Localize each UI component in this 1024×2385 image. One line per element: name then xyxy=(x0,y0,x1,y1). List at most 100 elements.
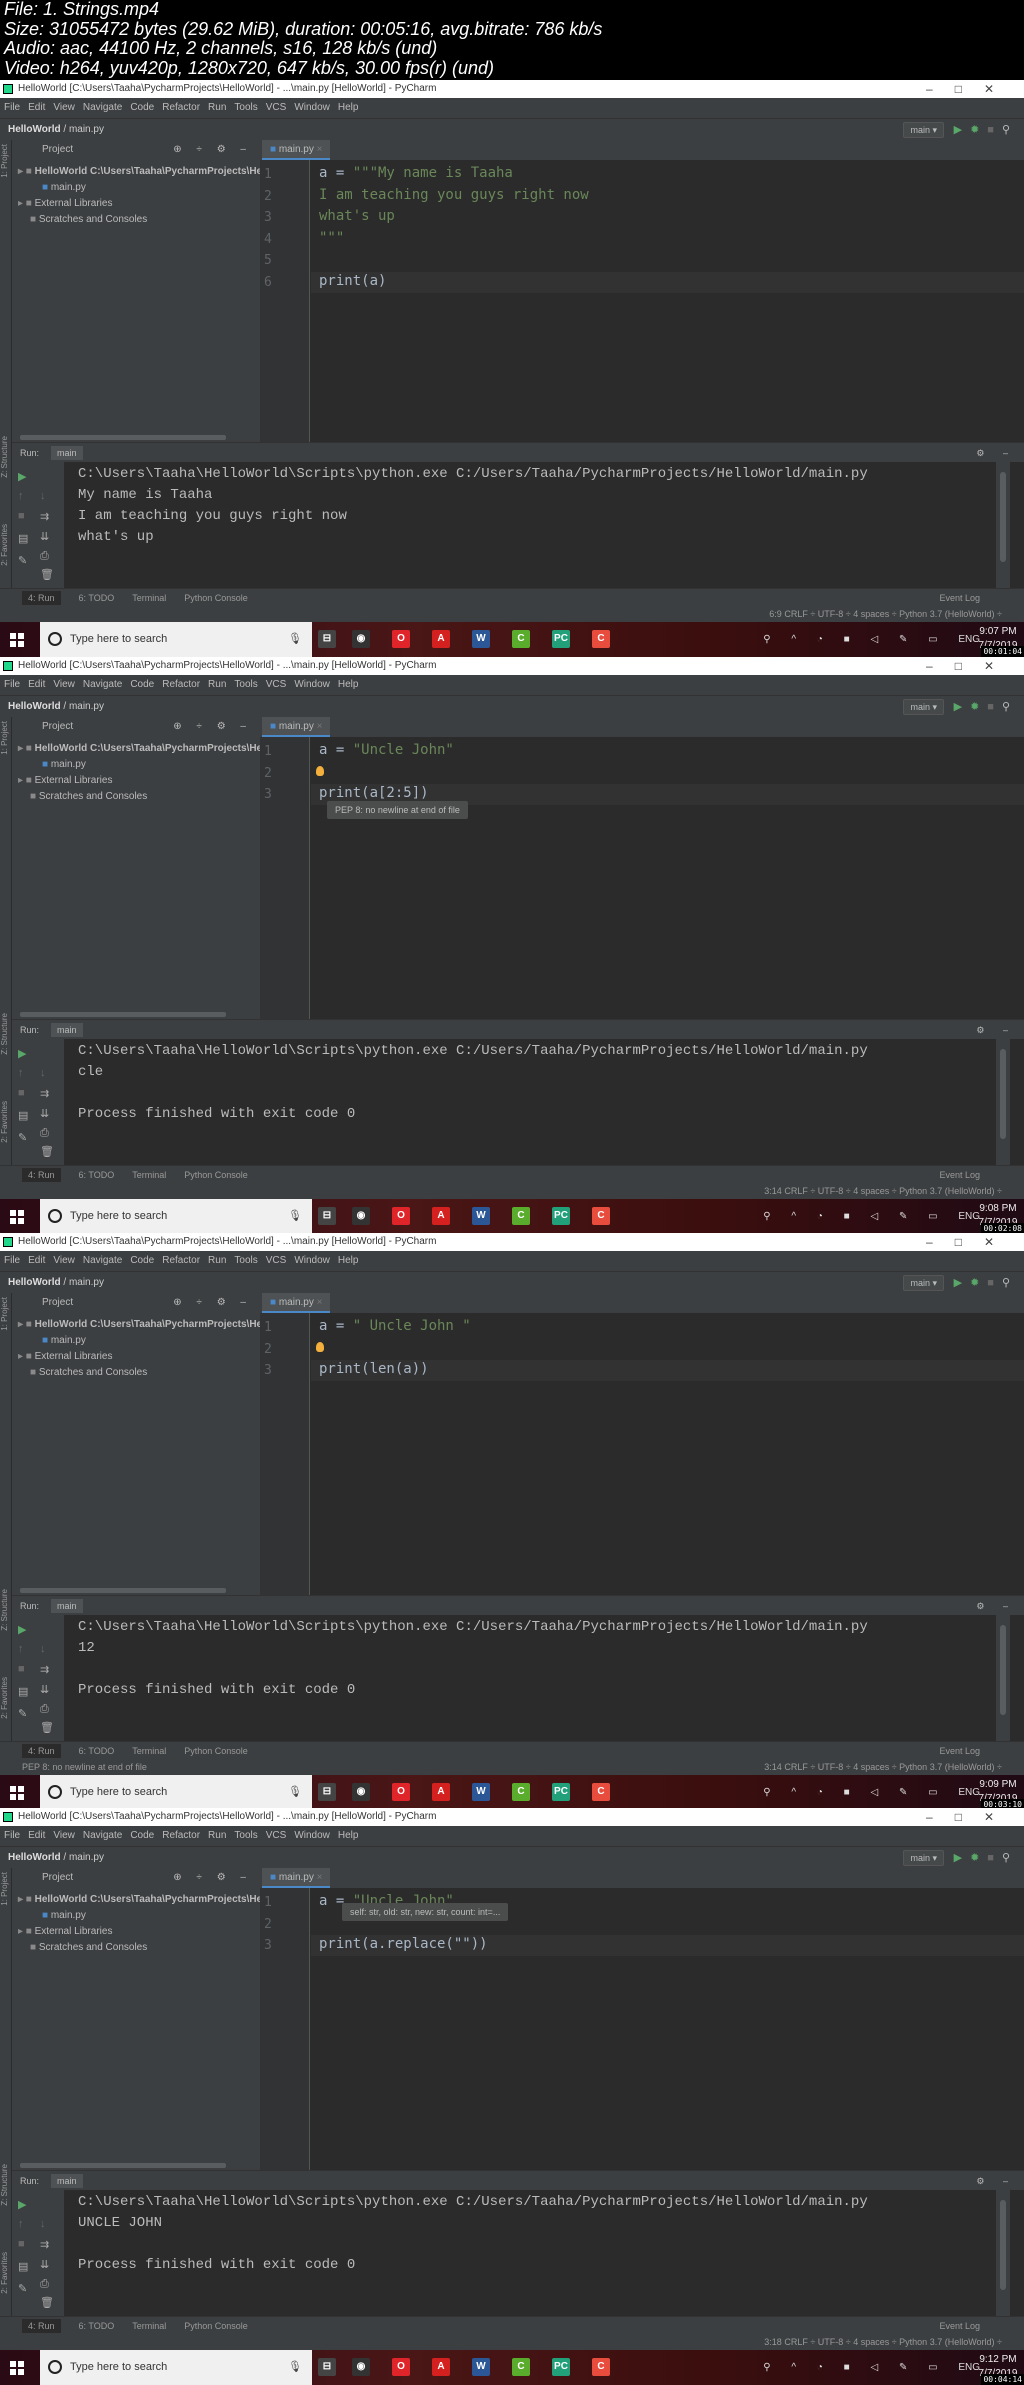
wrap-icon[interactable]: ⇉ xyxy=(40,1087,49,1100)
side-tab-favorites[interactable]: 2: Favorites xyxy=(0,524,12,566)
delete-icon[interactable]: 🗑 xyxy=(40,2296,54,2309)
breadcrumb-project[interactable]: HelloWorld xyxy=(8,1852,61,1863)
side-tab-project[interactable]: 1: Project xyxy=(0,1872,12,1906)
down-icon[interactable]: ↓ xyxy=(40,490,46,502)
intention-bulb-icon[interactable] xyxy=(316,766,324,776)
side-tab-favorites[interactable]: 2: Favorites xyxy=(0,2252,12,2294)
menu-window[interactable]: Window xyxy=(294,102,330,113)
tool-tab-terminal[interactable]: Terminal xyxy=(132,593,166,603)
menu-edit[interactable]: Edit xyxy=(28,679,45,690)
scroll-end-icon[interactable]: ⇊ xyxy=(40,530,49,543)
delete-icon[interactable]: 🗑 xyxy=(40,1145,54,1158)
close-icon[interactable]: × xyxy=(314,1872,323,1883)
side-tab-structure[interactable]: Z: Structure xyxy=(0,1589,12,1631)
side-tab-structure[interactable]: Z: Structure xyxy=(0,2164,12,2206)
acrobat-icon[interactable]: A xyxy=(432,1783,450,1801)
side-tab-favorites[interactable]: 2: Favorites xyxy=(0,1101,12,1143)
tool-tab-terminal[interactable]: Terminal xyxy=(132,2321,166,2331)
language-indicator[interactable]: ENG xyxy=(958,1787,980,1798)
language-indicator[interactable]: ENG xyxy=(958,1211,980,1222)
console-scrollbar[interactable] xyxy=(996,1039,1010,1165)
word-icon[interactable]: W xyxy=(472,1207,490,1225)
pin-icon[interactable]: ✎ xyxy=(18,2282,27,2295)
layout-icon[interactable]: ▤ xyxy=(18,1109,28,1122)
tree-item[interactable]: ■ main.py xyxy=(12,1333,260,1349)
taskbar-search[interactable]: Type here to search 🎙 xyxy=(40,622,312,657)
opera-icon[interactable]: O xyxy=(392,1783,410,1801)
menu-run[interactable]: Run xyxy=(208,1830,226,1841)
tree-item[interactable]: ▸ ■ HelloWorld C:\Users\Taaha\PycharmPro… xyxy=(12,1892,260,1908)
tool-tab-run[interactable]: 4: Run xyxy=(22,1168,61,1182)
run-config-select[interactable]: main ▾ xyxy=(903,122,944,138)
project-scrollbar[interactable] xyxy=(20,435,226,440)
menu-refactor[interactable]: Refactor xyxy=(162,102,200,113)
event-log-button[interactable]: Event Log xyxy=(939,2317,980,2335)
print-icon[interactable]: ⎙ xyxy=(40,1127,49,1140)
tree-item[interactable]: ▸ ■ HelloWorld C:\Users\Taaha\PycharmPro… xyxy=(12,1317,260,1333)
scroll-end-icon[interactable]: ⇊ xyxy=(40,1107,49,1120)
menu-view[interactable]: View xyxy=(53,102,75,113)
language-indicator[interactable]: ENG xyxy=(958,2362,980,2373)
tree-item[interactable]: ■ main.py xyxy=(12,757,260,773)
tool-tab-terminal[interactable]: Terminal xyxy=(132,1746,166,1756)
run-config-select[interactable]: main ▾ xyxy=(903,699,944,715)
tab-main-py[interactable]: ■ main.py × xyxy=(262,1868,331,1888)
status-encoding-info[interactable]: CRLF ÷ UTF-8 ÷ 4 spaces ÷ Python 3.7 (He… xyxy=(784,609,1002,619)
camtasia-recorder-icon[interactable]: C xyxy=(592,1207,610,1225)
debug-icon[interactable]: ✹ xyxy=(970,1277,987,1289)
stop-icon[interactable]: ■ xyxy=(18,1087,25,1099)
run-panel-settings[interactable]: ⚙ – xyxy=(976,2171,1016,2191)
microphone-icon[interactable]: 🎙 xyxy=(288,2350,302,2385)
menu-tools[interactable]: Tools xyxy=(234,102,257,113)
word-icon[interactable]: W xyxy=(472,1783,490,1801)
search-icon[interactable]: ⚲ xyxy=(1002,701,1018,713)
wrap-icon[interactable]: ⇉ xyxy=(40,2238,49,2251)
menu-run[interactable]: Run xyxy=(208,102,226,113)
camera-app-icon[interactable]: ◉ xyxy=(352,1207,370,1225)
search-icon[interactable]: ⚲ xyxy=(1002,1277,1018,1289)
camtasia-recorder-icon[interactable]: C xyxy=(592,630,610,648)
menu-help[interactable]: Help xyxy=(338,679,359,690)
code-editor[interactable]: 1 a = """My name is Taaha 2 I am teaching y… xyxy=(260,160,1024,442)
tab-main-py[interactable]: ■ main.py × xyxy=(262,1293,331,1313)
stop-icon[interactable]: ■ xyxy=(18,2238,25,2250)
side-tab-project[interactable]: 1: Project xyxy=(0,144,12,178)
pycharm-taskbar-icon[interactable]: PC xyxy=(552,1207,570,1225)
side-tab-project[interactable]: 1: Project xyxy=(0,1297,12,1331)
close-icon[interactable]: × xyxy=(314,721,323,732)
camtasia-icon[interactable]: C xyxy=(512,1207,530,1225)
tool-tab-run[interactable]: 4: Run xyxy=(22,2319,61,2333)
acrobat-icon[interactable]: A xyxy=(432,1207,450,1225)
caret-position[interactable]: 3:14 xyxy=(764,1186,782,1196)
up-icon[interactable]: ↑ xyxy=(18,2218,24,2230)
project-tools[interactable]: ⊕ ÷ ⚙ – xyxy=(173,1293,252,1313)
up-icon[interactable]: ↑ xyxy=(18,490,24,502)
tool-tab-todo[interactable]: 6: TODO xyxy=(79,1746,115,1756)
windows-start-icon[interactable] xyxy=(10,633,24,647)
menu-edit[interactable]: Edit xyxy=(28,1255,45,1266)
menu-code[interactable]: Code xyxy=(130,1255,154,1266)
project-scrollbar[interactable] xyxy=(20,2163,226,2168)
menu-view[interactable]: View xyxy=(53,1830,75,1841)
camera-app-icon[interactable]: ◉ xyxy=(352,2358,370,2376)
run-config-select[interactable]: main ▾ xyxy=(903,1275,944,1291)
breadcrumb-file[interactable]: main.py xyxy=(69,1277,104,1288)
menu-vcs[interactable]: VCS xyxy=(266,102,287,113)
pycharm-taskbar-icon[interactable]: PC xyxy=(552,2358,570,2376)
menu-vcs[interactable]: VCS xyxy=(266,1255,287,1266)
menu-vcs[interactable]: VCS xyxy=(266,1830,287,1841)
task-view-icon[interactable]: ⊟ xyxy=(318,630,336,648)
search-icon[interactable]: ⚲ xyxy=(1002,1852,1018,1864)
tree-item[interactable]: ■ Scratches and Consoles xyxy=(12,212,260,228)
tree-item[interactable]: ■ Scratches and Consoles xyxy=(12,789,260,805)
event-log-button[interactable]: Event Log xyxy=(939,589,980,607)
scroll-end-icon[interactable]: ⇊ xyxy=(40,2258,49,2271)
menu-tools[interactable]: Tools xyxy=(234,1255,257,1266)
tree-item[interactable]: ▸ ■ HelloWorld C:\Users\Taaha\PycharmPro… xyxy=(12,741,260,757)
microphone-icon[interactable]: 🎙 xyxy=(288,1775,302,1810)
down-icon[interactable]: ↓ xyxy=(40,1067,46,1079)
stop-icon[interactable]: ■ xyxy=(987,701,1002,713)
taskbar-search[interactable]: Type here to search 🎙 xyxy=(40,1775,312,1810)
print-icon[interactable]: ⎙ xyxy=(40,550,49,563)
taskbar-search[interactable]: Type here to search 🎙 xyxy=(40,1199,312,1234)
